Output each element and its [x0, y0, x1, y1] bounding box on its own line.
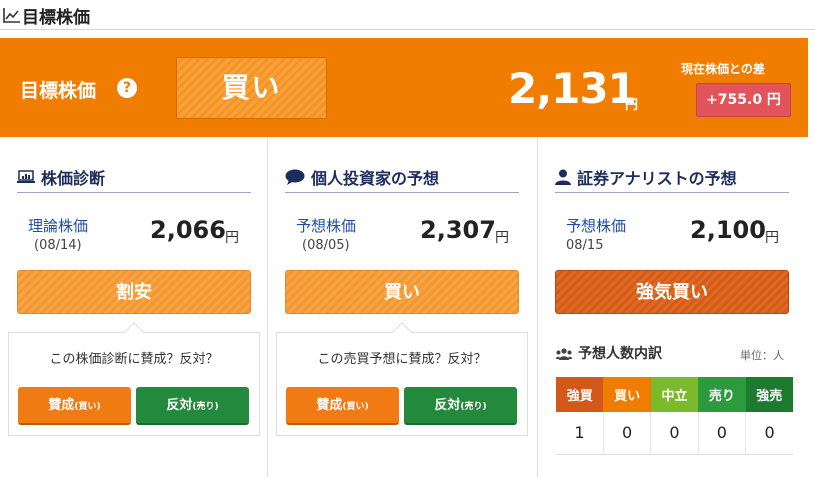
forecast-price-date: (08/05): [302, 238, 350, 253]
count-sell: 0: [697, 412, 746, 455]
laptop-chart-icon: [17, 170, 35, 183]
line-chart-icon: [3, 8, 20, 23]
analyst-price-value: 2,100: [690, 216, 766, 244]
breakdown-title: 予想人数内訳: [556, 343, 662, 363]
analyst-rating-badge: 強気買い: [555, 270, 789, 314]
analyst-forecast-header[interactable]: 証券アナリストの予想: [555, 165, 789, 193]
count-neutral: 0: [650, 412, 699, 455]
theoretical-price-value: 2,066: [150, 216, 226, 244]
diagnosis-header[interactable]: 株価診断: [17, 165, 251, 193]
person-icon: [555, 169, 571, 185]
target-price-value: 2,131: [508, 64, 637, 113]
agree-buy-button[interactable]: 賛成(買い): [286, 387, 399, 425]
agree-buy-button[interactable]: 賛成(買い): [18, 387, 131, 425]
diagnosis-header-label: 株価診断: [41, 169, 106, 188]
section-title: 目標株価: [22, 8, 90, 28]
header-strong-buy: 強買: [556, 377, 604, 412]
theoretical-price-date: (08/14): [34, 238, 82, 253]
count-strong-sell: 0: [745, 412, 793, 455]
section-header: 目標株価: [0, 0, 815, 30]
diagnosis-panel: 株価診断 理論株価 (08/14) 2,066 円 割安 この株価診断に賛成？反…: [0, 137, 268, 477]
individual-rating-badge: 買い: [285, 270, 519, 314]
breakdown-table: 強買 買い 中立 売り 強売 1 0 0 0 0: [556, 377, 793, 455]
disagree-sell-button[interactable]: 反対(売り): [136, 387, 249, 425]
vote-question: この売買予想に賛成？反対？: [317, 352, 487, 367]
target-price-unit: 円: [625, 98, 639, 113]
count-strong-buy: 1: [556, 412, 604, 455]
breakdown-header-row: 強買 買い 中立 売り 強売: [556, 377, 793, 412]
diagnosis-vote-box: この株価診断に賛成？反対？ 賛成(買い) 反対(売り): [8, 322, 260, 436]
overall-rating-badge: 買い: [176, 57, 327, 119]
individual-forecast-panel: 個人投資家の予想 予想株価 (08/05) 2,307 円 買い この売買予想に…: [268, 137, 538, 477]
header-buy: 買い: [603, 377, 651, 412]
individual-vote-box: この売買予想に賛成？反対？ 賛成(買い) 反対(売り): [276, 322, 528, 436]
analyst-forecast-header-label: 証券アナリストの予想: [577, 169, 737, 188]
theoretical-price-unit: 円: [225, 230, 239, 246]
breakdown-count-row: 1 0 0 0 0: [556, 412, 793, 455]
forecast-price-unit: 円: [495, 230, 509, 246]
diagnosis-rating-badge: 割安: [17, 270, 251, 314]
breakdown-unit: 単位：人: [740, 349, 784, 362]
header-strong-sell: 強売: [745, 377, 793, 412]
header-sell: 売り: [698, 377, 746, 412]
individual-forecast-header[interactable]: 個人投資家の予想: [285, 165, 519, 193]
theoretical-price-label: 理論株価: [28, 217, 89, 235]
forecast-price-label: 予想株価: [296, 217, 357, 235]
individual-forecast-header-label: 個人投資家の予想: [311, 169, 440, 188]
analyst-price-label: 予想株価: [566, 217, 627, 235]
speech-bubble-icon: [285, 169, 305, 185]
forecast-price-value: 2,307: [420, 216, 496, 244]
disagree-sell-button[interactable]: 反対(売り): [404, 387, 517, 425]
analyst-price-unit: 円: [765, 230, 779, 246]
banner-title: 目標株価: [20, 80, 97, 102]
people-icon: [556, 348, 572, 360]
target-price-banner: 目標株価 ? 買い 2,131 円 現在株価との差 +755.0 円: [0, 38, 808, 137]
vote-question: この株価診断に賛成？反対？: [49, 352, 219, 367]
analyst-forecast-panel: 証券アナリストの予想 予想株価 08/15 2,100 円 強気買い 予想人数内…: [538, 137, 808, 477]
price-diff-badge: +755.0 円: [696, 83, 791, 117]
count-buy: 0: [602, 412, 651, 455]
header-neutral: 中立: [650, 377, 699, 412]
price-diff-label: 現在株価との差: [681, 62, 765, 76]
help-icon[interactable]: ?: [117, 78, 137, 98]
analyst-price-date: 08/15: [566, 238, 604, 253]
